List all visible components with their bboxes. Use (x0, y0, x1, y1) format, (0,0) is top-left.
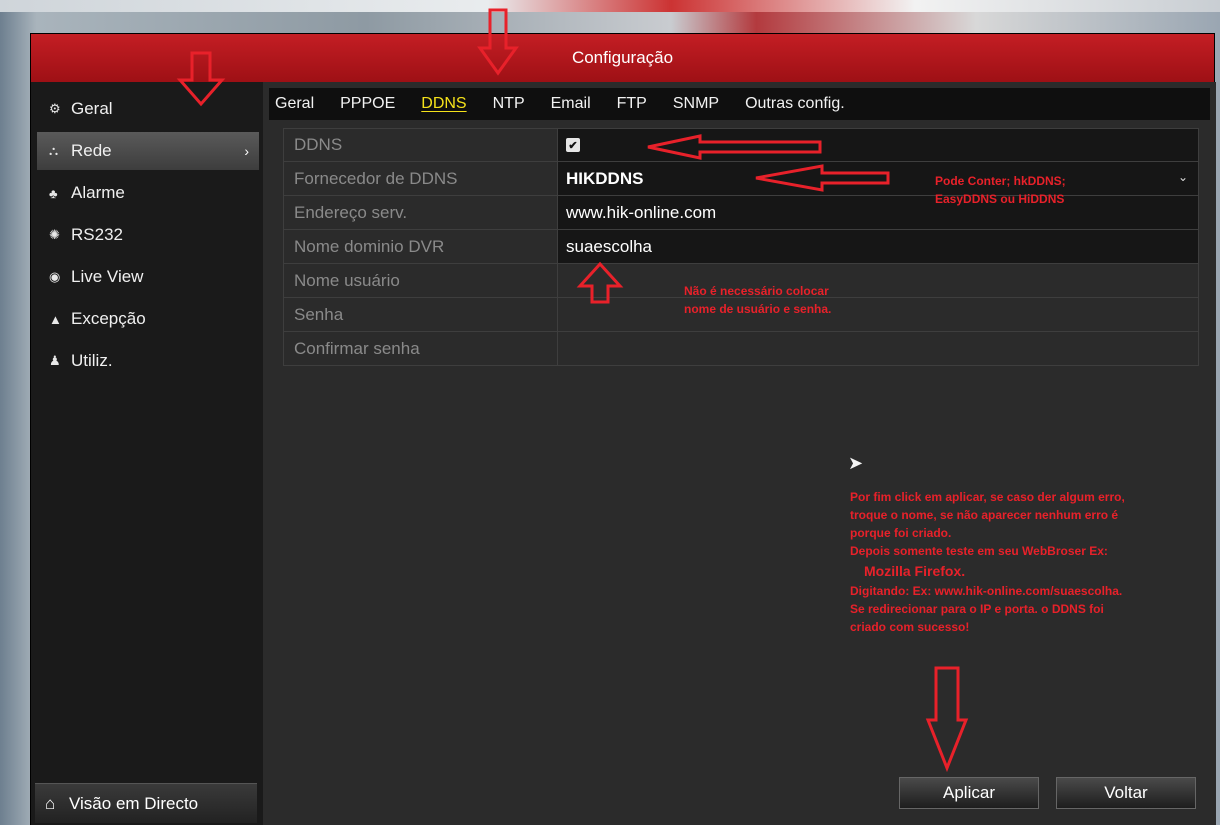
sidebar-item-label: Rede (71, 141, 112, 160)
live-view-label: Visão em Directo (69, 793, 199, 813)
sidebar-item-excepcao[interactable]: ▲ Excepção (37, 300, 259, 338)
sidebar-item-label: Live View (71, 267, 144, 286)
provider-note: Pode Conter; hkDDNS; EasyDDNS ou HiDDNS (935, 172, 1066, 208)
sidebar-item-label: Alarme (71, 183, 125, 202)
confirm-password-input[interactable] (558, 332, 1198, 365)
back-button[interactable]: Voltar (1056, 777, 1196, 809)
username-label: Nome usuário (284, 264, 558, 297)
eye-icon: ◉ (49, 269, 61, 284)
configuration-window: Configuração ⚙ Geral ⛬ Rede › ♣ Alarme ✺… (30, 33, 1216, 825)
apply-button[interactable]: Aplicar (899, 777, 1039, 809)
sidebar-item-label: Excepção (71, 309, 146, 328)
annotation-text: troque o nome, se não aparecer nenhum er… (850, 508, 1119, 522)
tab-snmp[interactable]: SNMP (673, 89, 719, 119)
tab-ntp[interactable]: NTP (493, 89, 525, 119)
annotation-text: porque foi criado. (850, 526, 952, 540)
home-icon: ⌂ (45, 793, 56, 813)
server-address-input[interactable]: www.hik-online.com (558, 196, 1198, 229)
sidebar-item-alarme[interactable]: ♣ Alarme (37, 174, 259, 212)
annotation-text: criado com sucesso! (850, 620, 970, 634)
username-input[interactable] (558, 264, 1198, 297)
sidebar-item-label: RS232 (71, 225, 123, 244)
live-view-button[interactable]: ⌂ Visão em Directo (35, 783, 257, 823)
ddns-enable-checkbox[interactable]: ✔ (566, 138, 580, 152)
tab-email[interactable]: Email (551, 89, 591, 119)
annotation-text: Depois somente teste em seu WebBroser Ex… (850, 544, 1108, 558)
password-input[interactable] (558, 298, 1198, 331)
sidebar-item-rede[interactable]: ⛬ Rede › (37, 132, 259, 170)
final-instructions-note: Por fim click em aplicar, se caso der al… (850, 488, 1125, 636)
sidebar: ⚙ Geral ⛬ Rede › ♣ Alarme ✺ RS232 ◉ Live… (31, 82, 263, 825)
ddns-enable-row: DDNS ✔ (283, 128, 1199, 162)
tab-bar: Geral PPPOE DDNS NTP Email FTP SNMP Outr… (269, 88, 1210, 120)
content-panel: Geral PPPOE DDNS NTP Email FTP SNMP Outr… (263, 82, 1216, 825)
ddns-provider-label: Fornecedor de DDNS (284, 162, 558, 195)
annotation-text: Pode Conter; hkDDNS; (935, 174, 1066, 188)
network-icon: ⛬ (49, 143, 59, 158)
gear-icon: ⚙ (49, 101, 61, 116)
serial-icon: ✺ (49, 227, 60, 242)
sidebar-item-label: Utiliz. (71, 351, 113, 370)
tab-ddns[interactable]: DDNS (421, 89, 466, 119)
annotation-text: nome de usuário e senha. (684, 302, 832, 316)
sidebar-item-geral[interactable]: ⚙ Geral (37, 90, 259, 128)
mouse-cursor-icon: ➤ (848, 453, 864, 473)
annotation-text: Se redirecionar para o IP e porta. o DDN… (850, 602, 1104, 616)
confirm-password-label: Confirmar senha (284, 332, 558, 365)
annotation-text: Não é necessário colocar (684, 284, 829, 298)
domain-name-label: Nome dominio DVR (284, 230, 558, 263)
warning-icon: ▲ (49, 311, 62, 327)
window-title: Configuração (31, 34, 1214, 82)
annotation-text: Por fim click em aplicar, se caso der al… (850, 490, 1125, 504)
tab-geral[interactable]: Geral (275, 89, 314, 119)
sidebar-item-live-view[interactable]: ◉ Live View (37, 258, 259, 296)
domain-name-input[interactable]: suaescolha (558, 230, 1198, 263)
annotation-text: EasyDDNS ou HiDDNS (935, 192, 1065, 206)
password-label: Senha (284, 298, 558, 331)
background-top-strip (0, 0, 1220, 12)
tab-ftp[interactable]: FTP (617, 89, 647, 119)
tab-outras-config[interactable]: Outras config. (745, 89, 845, 119)
sidebar-item-rs232[interactable]: ✺ RS232 (37, 216, 259, 254)
ddns-form: DDNS ✔ Fornecedor de DDNS HIKDDNS ⌄ Ende… (283, 128, 1199, 366)
ddns-enable-label: DDNS (284, 129, 558, 161)
users-icon: ♟ (49, 353, 61, 368)
chevron-down-icon[interactable]: ⌄ (1178, 170, 1188, 184)
ddns-provider-select[interactable]: HIKDDNS (558, 162, 1198, 195)
user-password-note: Não é necessário colocar nome de usuário… (684, 282, 831, 318)
sidebar-item-label: Geral (71, 99, 113, 118)
ddns-enable-value: ✔ (558, 129, 1198, 161)
confirm-password-row: Confirmar senha (283, 332, 1199, 366)
server-address-label: Endereço serv. (284, 196, 558, 229)
tab-pppoe[interactable]: PPPOE (340, 89, 395, 119)
alarm-icon: ♣ (49, 185, 58, 201)
sidebar-item-utiliz[interactable]: ♟ Utiliz. (37, 342, 259, 380)
domain-name-row: Nome dominio DVR suaescolha (283, 230, 1199, 264)
chevron-right-icon: › (244, 143, 249, 159)
annotation-text: Mozilla Firefox. (864, 563, 966, 579)
annotation-text: Digitando: Ex: www.hik-online.com/suaesc… (850, 584, 1123, 598)
